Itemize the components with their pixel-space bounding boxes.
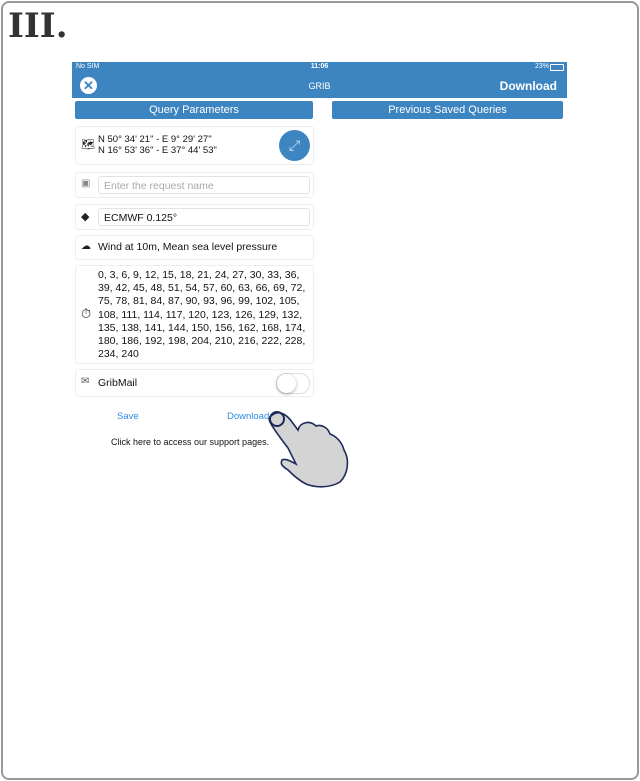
- parameters-row[interactable]: ☁ Wind at 10m, Mean sea level pressure: [75, 235, 314, 260]
- download-button[interactable]: Download: [227, 411, 269, 422]
- expand-area-button[interactable]: ⤢: [279, 130, 310, 161]
- stopwatch-icon: ⏱: [81, 306, 92, 321]
- coords-line1: N 50° 34' 21" - E 9° 29' 27": [98, 134, 212, 145]
- model-row[interactable]: ◆ ECMWF 0.125°: [75, 204, 314, 230]
- request-name-row: ▣ Enter the request name: [75, 172, 314, 198]
- nav-download-button[interactable]: Download: [500, 79, 557, 93]
- nav-bar: ✕ GRIB Download: [72, 73, 567, 98]
- step-label: III.: [8, 6, 68, 46]
- gribmail-toggle[interactable]: [276, 373, 310, 394]
- tap-hand-icon: [268, 411, 349, 488]
- tab-previous-saved-queries[interactable]: Previous Saved Queries: [332, 101, 563, 119]
- save-button[interactable]: Save: [117, 411, 139, 422]
- cloud-wind-icon: ☁: [81, 241, 91, 252]
- mail-icon: ✉: [81, 376, 90, 387]
- support-link[interactable]: Click here to access our support pages.: [111, 437, 269, 447]
- toggle-knob: [277, 374, 296, 393]
- battery-icon: [550, 64, 564, 71]
- area-card[interactable]: 🗺 N 50° 34' 21" - E 9° 29' 27" N 16° 53'…: [75, 126, 314, 165]
- layers-icon: ◆: [81, 211, 90, 223]
- gribmail-row: ✉ GribMail: [75, 369, 314, 397]
- parameters-text: Wind at 10m, Mean sea level pressure: [98, 241, 278, 253]
- request-name-input[interactable]: Enter the request name: [98, 176, 310, 194]
- coords-line2: N 16° 53' 36" - E 37° 44' 53": [98, 145, 217, 156]
- tag-icon: ▣: [81, 178, 91, 189]
- status-bar: No SIM 11:06 23%: [72, 62, 567, 73]
- battery-percent: 23%: [534, 63, 549, 70]
- clock: 11:06: [310, 63, 329, 70]
- model-field[interactable]: ECMWF 0.125°: [98, 208, 310, 226]
- time-steps-text: 0, 3, 6, 9, 12, 15, 18, 21, 24, 27, 30, …: [98, 269, 306, 361]
- time-steps-row[interactable]: ⏱ 0, 3, 6, 9, 12, 15, 18, 21, 24, 27, 30…: [75, 265, 314, 364]
- nav-title: GRIB: [308, 81, 331, 91]
- map-pin-icon: 🗺: [81, 139, 95, 151]
- tab-query-parameters[interactable]: Query Parameters: [75, 101, 313, 119]
- gribmail-label: GribMail: [98, 377, 138, 389]
